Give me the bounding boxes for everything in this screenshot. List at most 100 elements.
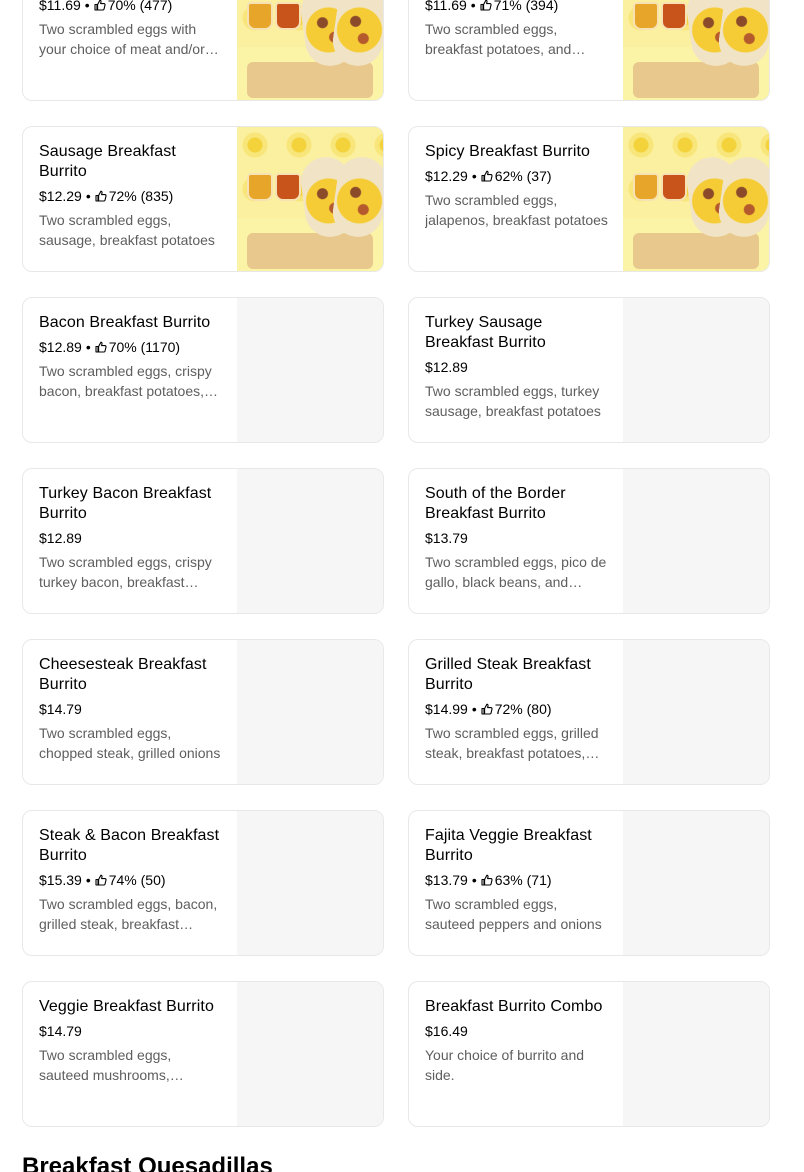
menu-item-card[interactable]: Turkey Sausage Breakfast Burrito $12.89 … xyxy=(408,297,770,443)
menu-item-meta: $14.99 • 72% (80) xyxy=(425,699,610,719)
menu-item-description: Two scrambled eggs, crispy bacon, breakf… xyxy=(39,363,212,399)
menu-item-image[interactable] xyxy=(237,811,383,955)
menu-item-title: Cheesesteak Breakfast Burrito xyxy=(39,656,207,693)
menu-item-rating: 70% (477) xyxy=(107,0,173,13)
menu-item-title: Grilled Steak Breakfast Burrito xyxy=(425,656,591,693)
menu-item-title: Sausage Breakfast Burrito xyxy=(39,143,176,180)
thumbs-up-icon xyxy=(94,0,108,11)
thumbs-up-icon xyxy=(95,341,109,353)
menu-item-meta: $12.29 • 62% (37) xyxy=(425,166,610,186)
menu-item-price: $12.29 xyxy=(425,168,468,184)
menu-item-info: Turkey Sausage Breakfast Burrito $12.89 … xyxy=(425,313,610,421)
menu-item-card[interactable]: Steak & Bacon Breakfast Burrito $15.39 • 7… xyxy=(22,810,384,956)
menu-item-meta: $14.79 xyxy=(39,699,224,719)
menu-item-price: $12.89 xyxy=(425,359,468,375)
menu-item-description: Two scrambled eggs, bacon, grilled steak… xyxy=(39,896,218,932)
menu-item-description: Two scrambled eggs, chopped steak, grill… xyxy=(39,725,221,761)
menu-item-rating: 62% (37) xyxy=(494,168,552,184)
menu-item-info: Sausage Breakfast Burrito $12.29 • 72% (83… xyxy=(39,142,224,250)
menu-item-card[interactable]: Breakfast Burrito Combo $16.49 Your choi… xyxy=(408,981,770,1127)
menu-item-price: $11.69 xyxy=(39,0,81,13)
menu-item-meta: $13.79 xyxy=(425,528,610,548)
menu-item-rating: 71% (394) xyxy=(493,0,559,13)
food-photo xyxy=(237,0,383,100)
menu-item-meta: $14.79 xyxy=(39,1021,224,1041)
menu-item-price: $16.49 xyxy=(425,1023,468,1039)
menu-item-meta: $12.29 • 72% (835) xyxy=(39,186,224,206)
food-photo xyxy=(623,0,769,100)
menu-item-info: Burrito $11.69•71% (394) Two scrambled e… xyxy=(425,0,610,59)
separator-dot: • xyxy=(85,872,91,888)
menu-item-image[interactable] xyxy=(623,811,769,955)
menu-item-card[interactable]: Grilled Steak Breakfast Burrito $14.99 • 7… xyxy=(408,639,770,785)
food-photo xyxy=(237,127,383,271)
menu-item-title: Spicy Breakfast Burrito xyxy=(425,143,591,160)
separator-dot: • xyxy=(470,0,476,13)
menu-item-image[interactable] xyxy=(623,298,769,442)
menu-item-card[interactable]: Turkey Bacon Breakfast Burrito $12.89 Tw… xyxy=(22,468,384,614)
menu-item-price: $14.99 xyxy=(425,701,468,717)
menu-item-rating: 70% (1170) xyxy=(108,339,181,355)
menu-item-image[interactable] xyxy=(623,640,769,784)
menu-item-info: Burrito $11.69•70% (477) Two scrambled e… xyxy=(39,0,224,59)
menu-item-rating: 72% (80) xyxy=(494,701,552,717)
menu-item-image[interactable] xyxy=(623,469,769,613)
menu-item-card[interactable]: Spicy Breakfast Burrito $12.29 • 62% (37) … xyxy=(408,126,770,272)
menu-item-card[interactable]: Fajita Veggie Breakfast Burrito $13.79 • 6… xyxy=(408,810,770,956)
menu-item-info: Grilled Steak Breakfast Burrito $14.99 • 7… xyxy=(425,655,610,763)
menu-item-info: Steak & Bacon Breakfast Burrito $15.39 • 7… xyxy=(39,826,224,934)
menu-item-rating: 74% (50) xyxy=(108,872,166,888)
thumbs-up-icon xyxy=(480,0,494,11)
menu-item-image[interactable] xyxy=(237,298,383,442)
menu-item-info: South of the Border Breakfast Burrito $1… xyxy=(425,484,610,592)
menu-item-image[interactable] xyxy=(237,469,383,613)
separator-dot: • xyxy=(471,168,477,184)
menu-item-image[interactable] xyxy=(237,0,383,100)
menu-item-image[interactable] xyxy=(623,0,769,100)
menu-item-description: Two scrambled eggs, sauteed mushrooms, p… xyxy=(39,1047,172,1083)
menu-item-image[interactable] xyxy=(623,127,769,271)
menu-item-image[interactable] xyxy=(237,127,383,271)
menu-item-price: $13.79 xyxy=(425,872,468,888)
menu-item-card[interactable]: Veggie Breakfast Burrito $14.79 Two scra… xyxy=(22,981,384,1127)
menu-item-price: $15.39 xyxy=(39,872,82,888)
food-photo xyxy=(623,127,769,271)
menu-item-description: Two scrambled eggs, sauteed peppers and … xyxy=(425,896,602,932)
menu-item-meta: $16.49 xyxy=(425,1021,610,1041)
separator-dot: • xyxy=(85,188,91,204)
separator-dot: • xyxy=(84,0,90,13)
menu-item-price: $14.79 xyxy=(39,701,82,717)
menu-item-price: $12.89 xyxy=(39,530,82,546)
menu-item-card[interactable]: Bacon Breakfast Burrito $12.89 • 70% (1170… xyxy=(22,297,384,443)
menu-item-rating: 72% (835) xyxy=(108,188,174,204)
menu-item-image[interactable] xyxy=(237,982,383,1126)
menu-item-card[interactable]: South of the Border Breakfast Burrito $1… xyxy=(408,468,770,614)
menu-item-card[interactable]: Burrito $11.69•71% (394) Two scrambled e… xyxy=(408,0,770,101)
menu-item-title: Steak & Bacon Breakfast Burrito xyxy=(39,827,220,864)
menu-item-rating: 63% (71) xyxy=(494,872,552,888)
menu-item-meta: $13.79 • 63% (71) xyxy=(425,870,610,890)
menu-item-description: Your choice of burrito and side. xyxy=(425,1047,585,1083)
menu-item-price: $12.29 xyxy=(39,188,82,204)
menu-item-description: Two scrambled eggs, turkey sausage, brea… xyxy=(425,383,601,419)
menu-item-description: Two scrambled eggs, sausage, breakfast p… xyxy=(39,212,215,248)
menu-item-info: Veggie Breakfast Burrito $14.79 Two scra… xyxy=(39,997,224,1085)
menu-item-meta: $11.69 • 70% (477) xyxy=(39,0,224,15)
menu-item-card[interactable]: Sausage Breakfast Burrito $12.29 • 72% (83… xyxy=(22,126,384,272)
menu-item-image[interactable] xyxy=(623,982,769,1126)
section-title-breakfast-quesadillas: Breakfast Quesadillas xyxy=(22,1153,273,1172)
menu-item-description: Two scrambled eggs, jalapenos, breakfast… xyxy=(425,192,608,228)
menu-item-info: Turkey Bacon Breakfast Burrito $12.89 Tw… xyxy=(39,484,224,592)
thumbs-up-icon xyxy=(95,190,109,202)
menu-item-title: South of the Border Breakfast Burrito xyxy=(425,485,566,522)
menu-item-price: $12.89 xyxy=(39,339,82,355)
menu-item-card[interactable]: Cheesesteak Breakfast Burrito $14.79 Two… xyxy=(22,639,384,785)
menu-item-image[interactable] xyxy=(237,640,383,784)
menu-item-price: $13.79 xyxy=(425,530,468,546)
menu-item-price: $14.79 xyxy=(39,1023,82,1039)
menu-item-card[interactable]: Burrito $11.69•70% (477) Two scrambled e… xyxy=(22,0,384,101)
thumbs-up-icon xyxy=(481,170,495,182)
menu-item-description: Two scrambled eggs with your choice of m… xyxy=(39,21,205,57)
menu-item-title: Turkey Bacon Breakfast Burrito xyxy=(39,485,212,522)
menu-item-info: Spicy Breakfast Burrito $12.29 • 62% (37) … xyxy=(425,142,610,230)
